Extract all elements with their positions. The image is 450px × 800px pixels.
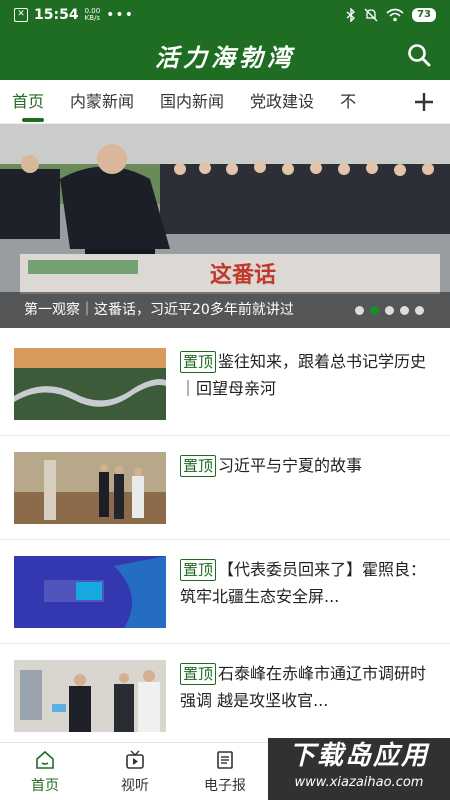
watermark-title: 下载岛应用 [288, 741, 429, 771]
news-thumbnail [14, 348, 166, 420]
news-title: 鉴往知来，跟着总书记学历史｜回望母亲河 [180, 352, 427, 398]
tab-inner-mongolia-news[interactable]: 内蒙新闻 [58, 80, 134, 124]
news-thumbnail [14, 556, 166, 628]
nav-home-label: 首页 [31, 778, 59, 794]
carousel-indicators [355, 306, 424, 315]
bluetooth-icon [346, 8, 356, 22]
carousel-dot[interactable] [415, 306, 424, 315]
add-tab-icon[interactable] [412, 90, 436, 114]
carousel-dot-active[interactable] [370, 306, 379, 315]
pinned-badge: 置顶 [180, 559, 217, 581]
nav-home[interactable]: 首页 [0, 743, 90, 800]
notification-icon: ✕ [14, 8, 28, 22]
tab-domestic-news[interactable]: 国内新闻 [148, 80, 224, 124]
wifi-icon [386, 8, 404, 22]
home-icon [36, 750, 54, 769]
banner-carousel[interactable]: 这番话 第一观察｜这番话，习近平20多年前就讲过 [0, 124, 450, 328]
news-title: 习近平与宁夏的故事 [218, 456, 363, 475]
watermark-url: www.xiazaihao.com [294, 775, 424, 790]
tab-party-building[interactable]: 党政建设 [238, 80, 314, 124]
carousel-dot[interactable] [355, 306, 364, 315]
net-speed-unit: KB/s [84, 14, 101, 22]
app-header: 活力海勃湾 [0, 30, 450, 80]
news-title: 【代表委员回来了】霍照良：筑牢北疆生态安全屏... [180, 560, 427, 606]
news-item[interactable]: 置顶 习近平与宁夏的故事 [0, 436, 450, 540]
tab-home[interactable]: 首页 [0, 80, 44, 124]
watermark-overlay: 下载岛应用 www.xiazaihao.com [268, 738, 450, 800]
news-title-block: 置顶 鉴往知来，跟着总书记学历史｜回望母亲河 [180, 348, 436, 402]
battery-icon: 73 [412, 8, 436, 22]
tab-more-partial[interactable]: 不 [328, 80, 356, 124]
news-title: 石泰峰在赤峰市通辽市调研时强调 越是攻坚收官... [180, 664, 427, 710]
news-list: 置顶 鉴往知来，跟着总书记学历史｜回望母亲河 置顶 习近平与宁夏的故事 置顶 【代表委… [0, 332, 450, 748]
news-title-block: 置顶 石泰峰在赤峰市通辽市调研时强调 越是攻坚收官... [180, 660, 436, 714]
news-thumbnail [14, 660, 166, 732]
nav-audio-video[interactable]: 视听 [90, 743, 180, 800]
video-icon [126, 750, 144, 769]
news-title-block: 置顶 【代表委员回来了】霍照良：筑牢北疆生态安全屏... [180, 556, 436, 610]
news-thumbnail [14, 452, 166, 524]
news-item[interactable]: 置顶 【代表委员回来了】霍照良：筑牢北疆生态安全屏... [0, 540, 450, 644]
nav-e-paper[interactable]: 电子报 [180, 743, 270, 800]
category-tabs: 首页 内蒙新闻 国内新闻 党政建设 不 [0, 80, 450, 124]
mute-icon [364, 8, 378, 22]
nav-e-paper-label: 电子报 [204, 778, 246, 794]
carousel-dot[interactable] [385, 306, 394, 315]
status-time: 15:54 [34, 7, 79, 23]
news-item[interactable]: 置顶 鉴往知来，跟着总书记学历史｜回望母亲河 [0, 332, 450, 436]
status-bar: ✕ 15:54 0.00 KB/s ••• 73 [0, 0, 450, 30]
news-item[interactable]: 置顶 石泰峰在赤峰市通辽市调研时强调 越是攻坚收官... [0, 644, 450, 748]
app-title: 活力海勃湾 [155, 42, 295, 72]
newspaper-icon [217, 751, 233, 769]
svg-text:这番话: 这番话 [210, 262, 276, 288]
nav-audio-video-label: 视听 [121, 778, 149, 794]
search-icon[interactable] [406, 42, 432, 68]
pinned-badge: 置顶 [180, 663, 217, 685]
pinned-badge: 置顶 [180, 455, 217, 477]
net-speed: 0.00 KB/s [85, 8, 101, 22]
pinned-badge: 置顶 [180, 351, 217, 373]
more-status-icon: ••• [106, 7, 134, 23]
news-title-block: 置顶 习近平与宁夏的故事 [180, 452, 362, 479]
carousel-dot[interactable] [400, 306, 409, 315]
